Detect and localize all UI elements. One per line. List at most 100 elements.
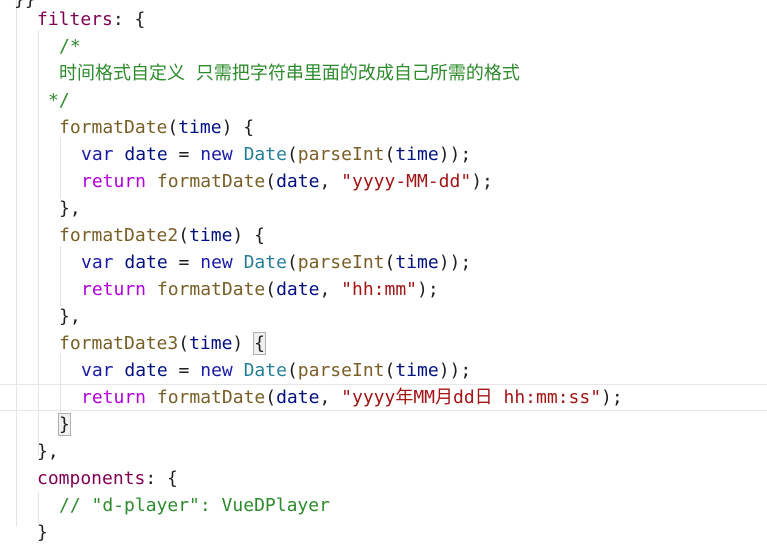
- code-token: time: [189, 333, 233, 354]
- code-token: new: [200, 144, 233, 165]
- code-token: date: [124, 252, 168, 273]
- code-token: },: [37, 441, 59, 462]
- code-token: date: [124, 360, 168, 381]
- code-token: ) {: [221, 117, 255, 138]
- code-token: (: [384, 252, 396, 273]
- code-token: components: [37, 468, 146, 489]
- code-token: return: [81, 387, 147, 408]
- code-token: "yyyy-MM-dd": [341, 171, 472, 192]
- code-token: date: [276, 387, 320, 408]
- code-token: time: [189, 225, 233, 246]
- code-token: =: [167, 144, 201, 165]
- code-text: return formatDate(date, "yyyy-MM-dd");: [81, 168, 493, 195]
- code-line[interactable]: // "d-player": VueDPlayer: [0, 492, 767, 519]
- code-token: =: [167, 360, 201, 381]
- code-token: );: [471, 171, 493, 192]
- code-token: ): [232, 333, 255, 354]
- code-token: (: [265, 387, 277, 408]
- code-line[interactable]: return formatDate(date, "hh:mm");: [0, 276, 767, 303]
- code-token: ));: [438, 360, 472, 381]
- code-line[interactable]: },: [0, 438, 767, 465]
- code-token: : {: [112, 9, 146, 30]
- code-token: new: [200, 252, 233, 273]
- code-token: =: [167, 252, 201, 273]
- code-token: );: [417, 279, 439, 300]
- code-text: components: {: [37, 465, 178, 492]
- code-token: formatDate2: [59, 225, 179, 246]
- code-line[interactable]: formatDate(time) {: [0, 114, 767, 141]
- code-token: parseInt: [297, 252, 385, 273]
- code-token: formatDate: [59, 117, 168, 138]
- code-line[interactable]: 时间格式自定义 只需把字符串里面的改成自己所需的格式: [0, 60, 767, 87]
- code-line[interactable]: formatDate2(time) {: [0, 222, 767, 249]
- code-line[interactable]: }: [0, 519, 767, 546]
- code-token: (: [384, 360, 396, 381]
- code-text: },: [59, 303, 81, 330]
- code-token: (: [286, 360, 298, 381]
- code-token: (: [178, 333, 190, 354]
- code-token: time: [395, 360, 439, 381]
- code-token: (: [265, 171, 277, 192]
- code-token: var: [81, 360, 114, 381]
- code-token: "hh:mm": [341, 279, 417, 300]
- code-token: formatDate3: [59, 333, 179, 354]
- code-token: (: [286, 252, 298, 273]
- code-text: }: [37, 519, 48, 546]
- code-token: date: [276, 279, 320, 300]
- code-token: formatDate: [156, 387, 266, 408]
- code-line[interactable]: components: {: [0, 465, 767, 492]
- code-token: Date: [243, 360, 287, 381]
- code-line[interactable]: formatDate3(time) {: [0, 330, 767, 357]
- code-token: new: [200, 360, 233, 381]
- code-token: filters: [37, 9, 113, 30]
- code-line[interactable]: */: [0, 87, 767, 114]
- code-line[interactable]: var date = new Date(parseInt(time));: [0, 249, 767, 276]
- code-line[interactable]: /*: [0, 33, 767, 60]
- matched-bracket: }: [58, 413, 71, 436]
- code-text: 时间格式自定义 只需把字符串里面的改成自己所需的格式: [59, 60, 520, 87]
- code-line[interactable]: return formatDate(date, "yyyy-MM-dd");: [0, 168, 767, 195]
- code-text: return formatDate(date, "yyyy年MM月dd日 hh:…: [81, 385, 623, 410]
- code-text: // "d-player": VueDPlayer: [59, 492, 330, 519]
- code-token: },: [59, 306, 81, 327]
- code-token: time: [395, 144, 439, 165]
- current-line[interactable]: return formatDate(date, "yyyy年MM月dd日 hh:…: [0, 384, 767, 411]
- code-token: }: [37, 522, 48, 543]
- code-editor[interactable]: }}filters: {/*时间格式自定义 只需把字符串里面的改成自己所需的格式…: [0, 0, 767, 543]
- code-line[interactable]: var date = new Date(parseInt(time));: [0, 357, 767, 384]
- code-token: (: [178, 225, 190, 246]
- code-token: ,: [319, 279, 342, 300]
- code-token: ,: [319, 387, 342, 408]
- code-token: parseInt: [297, 360, 385, 381]
- code-token: : {: [145, 468, 178, 489]
- code-token: Date: [243, 252, 287, 273]
- code-line[interactable]: }: [0, 411, 767, 438]
- code-token: time: [178, 117, 222, 138]
- code-line[interactable]: var date = new Date(parseInt(time));: [0, 141, 767, 168]
- code-token: (: [286, 144, 298, 165]
- code-text: filters: {: [37, 6, 145, 33]
- code-text: var date = new Date(parseInt(time));: [81, 357, 471, 384]
- code-line[interactable]: },: [0, 303, 767, 330]
- code-token: formatDate: [156, 279, 266, 300]
- code-text: formatDate3(time) {: [59, 330, 266, 357]
- code-token: (: [384, 144, 396, 165]
- code-text: */: [48, 87, 70, 114]
- code-text: formatDate(time) {: [59, 114, 254, 141]
- code-token: date: [276, 171, 320, 192]
- code-line[interactable]: filters: {: [0, 6, 767, 33]
- code-token: return: [81, 171, 147, 192]
- code-token: ) {: [232, 225, 265, 246]
- code-token: // "d-player": VueDPlayer: [59, 495, 330, 516]
- code-line[interactable]: },: [0, 195, 767, 222]
- code-token: },: [59, 198, 81, 219]
